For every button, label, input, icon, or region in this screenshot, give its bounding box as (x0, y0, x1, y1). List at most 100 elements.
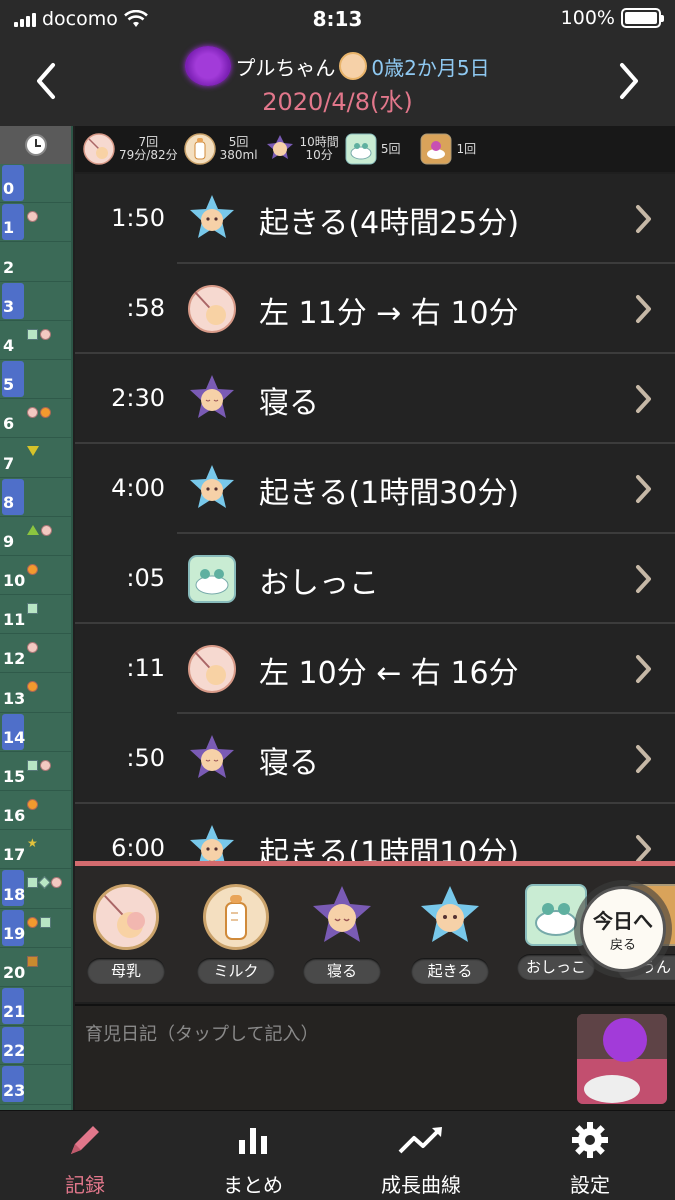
quick-breastfeed-button[interactable]: 母乳 (81, 884, 171, 984)
event-marker (27, 211, 38, 223)
baby-icon (339, 52, 368, 80)
hour-label: 4 (3, 335, 15, 355)
child-name: プルちゃん (235, 55, 336, 80)
pencil-icon (71, 1126, 99, 1154)
hour-row[interactable]: 17 ★ (0, 830, 71, 870)
breastfeed-icon (83, 133, 115, 165)
quick-milk-label: ミルク (197, 958, 275, 984)
hour-row[interactable]: 7 (0, 438, 71, 478)
hour-timeline[interactable]: 0 1 2 3 4 5 6 7 8 9 10 11 12 13 14 15 16 17 ★ 18 19 20 21 22 23 (0, 126, 73, 1110)
event-marker (38, 876, 51, 890)
event-marker (40, 759, 51, 771)
hour-row[interactable]: 4 (0, 321, 71, 360)
child-age: 0歳2か月5日 (371, 55, 490, 80)
summary-milk: 5回 380ml (183, 133, 258, 165)
record-time: 4:00 (111, 474, 165, 502)
tab-bar: 記録 まとめ 成長曲線 設定 (0, 1110, 675, 1200)
record-row[interactable]: 6:00 起きる(1時間10分) (75, 804, 675, 862)
hour-label: 3 (3, 296, 15, 316)
summary-milk-text: 5回 380ml (219, 135, 258, 162)
back-to-today-button[interactable]: 今日へ 戻る (580, 886, 666, 972)
hour-row[interactable]: 23 (0, 1065, 71, 1105)
quick-wake-button[interactable]: 起きる (405, 884, 495, 984)
quick-record-bar[interactable]: 母乳 ミルク 寝る 起きる おしっこ うん 今日へ 戻る (75, 866, 675, 1002)
record-time: :05 (126, 564, 165, 592)
tab-summary[interactable]: まとめ (188, 1117, 318, 1198)
clock-header (0, 126, 71, 164)
hour-row[interactable]: 12 (0, 634, 71, 674)
breastfeed-icon (93, 884, 159, 950)
hour-row[interactable]: 22 (0, 1026, 71, 1066)
hour-label: 1 (3, 218, 15, 238)
event-marker (27, 563, 38, 575)
hour-row[interactable]: 15 (0, 752, 71, 791)
record-time: :11 (126, 654, 165, 682)
diary-photo[interactable] (577, 1014, 667, 1104)
record-row[interactable]: :58 左 11分 → 右 10分 (75, 264, 675, 354)
diary-area[interactable]: 育児日記（タップして記入） (75, 1004, 675, 1110)
current-date[interactable]: 2020/4/8(水) (0, 82, 675, 117)
hour-row[interactable]: 8 (0, 478, 71, 517)
battery-percent: 100% (560, 7, 615, 29)
quick-pee-label: おしっこ (517, 954, 595, 980)
record-row[interactable]: 4:00 起きる(1時間30分) (75, 444, 675, 534)
event-markers (27, 211, 38, 223)
next-day-button[interactable] (609, 56, 649, 106)
hour-row[interactable]: 2 (0, 242, 71, 282)
tab-settings[interactable]: 設定 (525, 1117, 655, 1198)
hour-label: 8 (3, 492, 15, 512)
hour-row[interactable]: 3 (0, 282, 71, 321)
hour-row[interactable]: 10 (0, 556, 71, 596)
chevron-right-icon (633, 384, 653, 414)
hour-label: 10 (3, 571, 26, 591)
quick-milk-button[interactable]: ミルク (191, 884, 281, 984)
record-row[interactable]: 2:30 寝る (75, 354, 675, 444)
chevron-right-icon (633, 834, 653, 862)
hour-row[interactable]: 18 (0, 869, 71, 909)
event-markers (27, 876, 62, 890)
hour-label: 19 (3, 923, 26, 943)
hour-row[interactable]: 13 (0, 673, 71, 713)
record-label: 起きる(1時間30分) (259, 476, 520, 511)
breastfeed-icon (187, 644, 237, 694)
hour-row[interactable]: 19 (0, 909, 71, 948)
hour-row[interactable]: 20 (0, 948, 71, 987)
event-marker (27, 681, 38, 693)
record-time: :50 (126, 744, 165, 772)
quick-sleep-label: 寝る (303, 958, 381, 984)
tab-record[interactable]: 記録 (20, 1117, 150, 1198)
record-row[interactable]: 1:50 起きる(4時間25分) (75, 174, 675, 264)
event-marker (41, 524, 52, 536)
chevron-right-icon (633, 294, 653, 324)
quick-sleep-button[interactable]: 寝る (297, 884, 387, 984)
hour-row[interactable]: 14 (0, 713, 71, 752)
hour-label: 12 (3, 649, 26, 669)
quick-breastfeed-label: 母乳 (87, 958, 165, 984)
child-info[interactable]: プルちゃん 0歳2か月5日 (0, 46, 675, 86)
record-list[interactable]: 1:50 起きる(4時間25分):58 左 11分 → 右 10分 2:30 寝る 4:0… (75, 174, 675, 862)
hour-row[interactable]: 21 (0, 987, 71, 1027)
event-marker (40, 916, 51, 928)
record-row[interactable]: :11 左 10分 ← 右 16分 (75, 624, 675, 714)
chevron-right-icon (633, 474, 653, 504)
hour-row[interactable]: 5 (0, 360, 71, 400)
hour-row[interactable]: 9 (0, 517, 71, 556)
sleep-icon (266, 135, 293, 159)
record-label: 起きる(1時間10分) (259, 836, 520, 862)
event-marker (51, 877, 62, 889)
hour-row[interactable]: 16 (0, 791, 71, 831)
hour-label: 16 (3, 806, 26, 826)
hour-row[interactable]: 1 (0, 203, 71, 243)
hour-row[interactable]: 6 (0, 399, 71, 439)
record-row[interactable]: :05 おしっこ (75, 534, 675, 624)
event-marker (27, 759, 38, 771)
event-markers (27, 916, 51, 928)
record-row[interactable]: :50 寝る (75, 714, 675, 804)
event-marker (40, 407, 51, 419)
hour-row[interactable]: 0 (0, 164, 71, 204)
chevron-right-icon (633, 744, 653, 774)
hour-row[interactable]: 11 (0, 595, 71, 635)
hour-label: 14 (3, 727, 26, 747)
status-bar: docomo 8:13 100% (0, 0, 675, 38)
tab-growth[interactable]: 成長曲線 (356, 1117, 486, 1198)
